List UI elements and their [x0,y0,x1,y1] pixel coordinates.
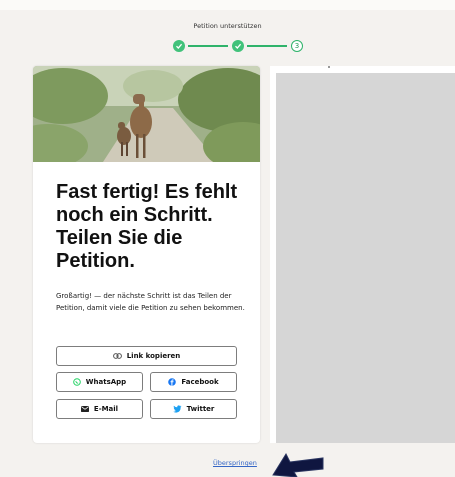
email-label: E-Mail [93,405,119,413]
step-connector [247,45,287,47]
card-description: Großartig! — der nächste Schritt ist das… [56,292,245,312]
facebook-icon [168,378,177,386]
skip-link[interactable]: Überspringen [213,459,257,467]
share-preview-panel [270,66,455,443]
whatsapp-share-button[interactable]: WhatsApp [56,372,143,392]
step-connector [188,45,228,47]
twitter-label: Twitter [186,405,215,413]
twitter-share-button[interactable]: Twitter [150,399,237,419]
email-share-button[interactable]: E-Mail [56,399,143,419]
envelope-icon [80,406,89,412]
share-card: Fast fertig! Es fehlt noch ein Schritt. … [33,66,260,443]
whatsapp-label: WhatsApp [85,378,127,386]
top-bar [0,0,455,10]
page-title: Petition unterstützen [193,22,262,30]
link-icon [112,353,122,359]
card-heading: Fast fertig! Es fehlt noch ein Schritt. … [56,181,238,272]
step-3-current: 3 [291,40,303,52]
deer-photo [33,66,260,162]
panel-marker [328,66,330,68]
mouse-pointer-arrow-icon [272,452,324,477]
twitter-icon [172,405,182,413]
copy-link-button[interactable]: Link kopieren [56,346,237,366]
step-2-complete-icon [232,40,244,52]
whatsapp-icon [72,378,81,386]
facebook-share-button[interactable]: Facebook [150,372,237,392]
preview-placeholder [276,73,455,443]
progress-stepper: 3 [173,40,307,54]
copy-link-label: Link kopieren [126,352,181,360]
step-1-complete-icon [173,40,185,52]
facebook-label: Facebook [181,378,219,386]
